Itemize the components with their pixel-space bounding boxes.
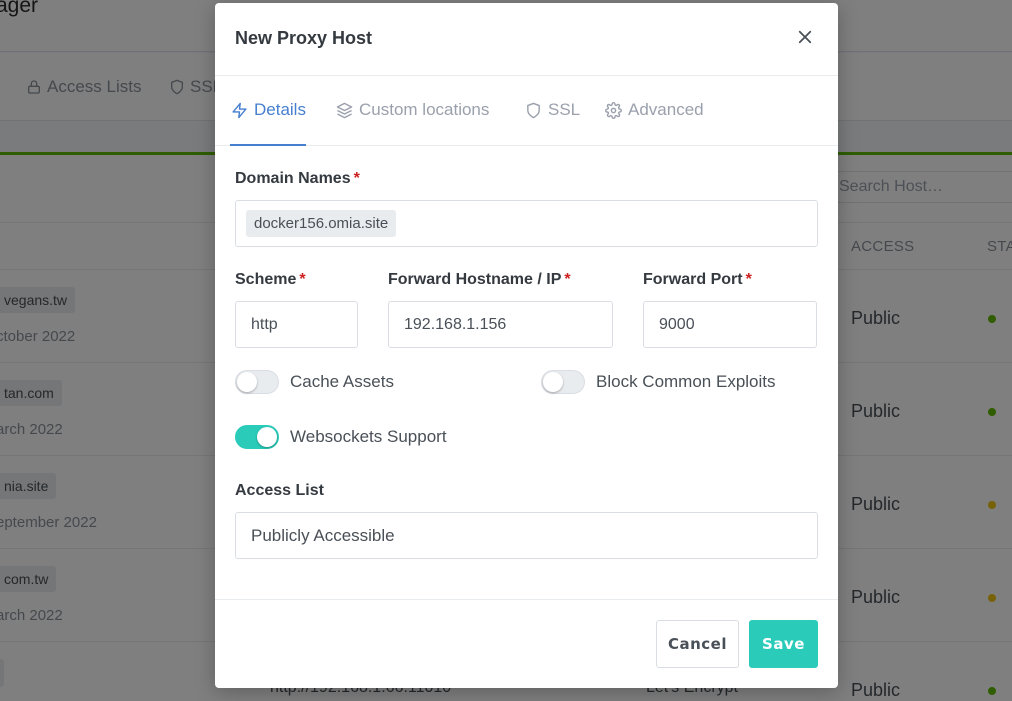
- forward-port-label: Forward Port *: [643, 271, 752, 289]
- tab-ssl[interactable]: SSL: [525, 100, 580, 120]
- websockets-support-toggle[interactable]: Websockets Support: [235, 425, 447, 449]
- domain-chip[interactable]: docker156.omia.site: [246, 210, 397, 237]
- toggle-knob: [543, 372, 563, 392]
- active-tab-indicator: [230, 144, 306, 146]
- toggle-knob: [257, 427, 277, 447]
- forward-port-input[interactable]: 9000: [643, 301, 817, 348]
- tab-label: Advanced: [628, 100, 704, 119]
- tab-label: Custom locations: [359, 100, 490, 119]
- tab-details[interactable]: Details: [231, 100, 306, 120]
- scheme-input[interactable]: http: [235, 301, 358, 348]
- gear-icon: [605, 101, 622, 119]
- access-list-select[interactable]: Publicly Accessible: [235, 512, 818, 559]
- tab-label: Details: [254, 100, 306, 119]
- toggle-switch[interactable]: [541, 370, 585, 394]
- toggle-label: Websockets Support: [290, 427, 447, 446]
- access-list-label: Access List: [235, 482, 324, 499]
- forward-hostname-input[interactable]: 192.168.1.156: [388, 301, 613, 348]
- toggle-knob: [237, 372, 257, 392]
- block-common-exploits-toggle[interactable]: Block Common Exploits: [541, 370, 776, 394]
- scheme-label: Scheme *: [235, 271, 306, 289]
- layers-icon: [336, 102, 353, 118]
- tab-label: SSL: [548, 100, 581, 119]
- tab-advanced[interactable]: Advanced: [605, 100, 704, 120]
- toggle-label: Block Common Exploits: [596, 372, 776, 391]
- label-text: Forward Hostname / IP: [388, 271, 562, 288]
- toggle-switch[interactable]: [235, 370, 279, 394]
- toggle-label: Cache Assets: [290, 372, 394, 391]
- modal-title: New Proxy Host: [235, 28, 373, 48]
- cancel-button[interactable]: Cancel: [656, 620, 739, 668]
- required-mark: *: [745, 271, 752, 288]
- lightning-icon: [232, 102, 247, 118]
- modal-footer: Cancel Save: [215, 599, 838, 688]
- new-proxy-host-dialog: New Proxy Host Details Custom locations …: [215, 3, 838, 688]
- label-text: Scheme: [235, 271, 297, 288]
- save-button[interactable]: Save: [749, 620, 818, 668]
- label-text: Forward Port: [643, 271, 743, 288]
- label-text: Domain Names: [235, 170, 351, 187]
- close-button[interactable]: [796, 28, 814, 46]
- required-mark: *: [564, 271, 571, 288]
- cache-assets-toggle[interactable]: Cache Assets: [235, 370, 394, 394]
- modal-header: New Proxy Host: [215, 3, 838, 76]
- domain-names-input[interactable]: docker156.omia.site: [235, 200, 818, 247]
- forward-hostname-label: Forward Hostname / IP *: [388, 271, 571, 289]
- shield-icon: [527, 102, 540, 118]
- toggle-switch[interactable]: [235, 425, 279, 449]
- required-mark: *: [353, 170, 360, 187]
- domain-names-label: Domain Names *: [235, 170, 360, 188]
- required-mark: *: [299, 271, 306, 288]
- close-icon: [798, 30, 812, 44]
- modal-tabs: Details Custom locations SSL Advanced: [215, 76, 838, 146]
- tab-custom-locations[interactable]: Custom locations: [336, 100, 489, 120]
